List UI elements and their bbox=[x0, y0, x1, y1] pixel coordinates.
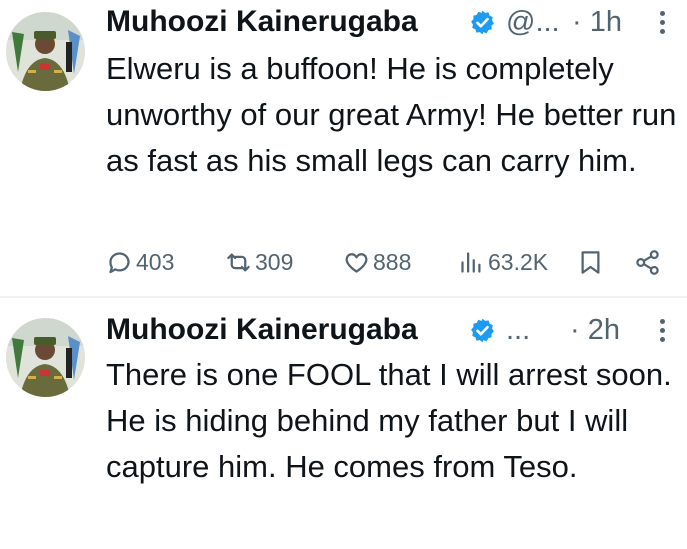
tweet-1[interactable]: Muhoozi Kainerugaba @... · 1h Elweru is … bbox=[0, 0, 687, 296]
verified-badge-icon[interactable] bbox=[469, 9, 496, 36]
tweet-header: Muhoozi Kainerugaba @... · 1h bbox=[106, 2, 676, 42]
views-chart-icon bbox=[461, 251, 481, 273]
share-icon bbox=[636, 249, 659, 275]
reply-icon bbox=[109, 251, 130, 273]
tweet-actions: 403 309 888 63.2K bbox=[106, 244, 671, 280]
tweet-text: Elweru is a buffoon! He is completely un… bbox=[106, 51, 677, 178]
avatar-image bbox=[6, 12, 85, 91]
repost-count: 309 bbox=[255, 248, 294, 275]
avatar[interactable] bbox=[6, 318, 85, 397]
tweet-timestamp[interactable]: · 2h bbox=[570, 310, 620, 350]
repost-button[interactable]: 309 bbox=[225, 244, 293, 280]
author-name[interactable]: Muhoozi Kainerugaba bbox=[106, 2, 418, 42]
avatar[interactable] bbox=[6, 12, 85, 91]
author-handle[interactable]: @... bbox=[506, 2, 560, 42]
author-name[interactable]: Muhoozi Kainerugaba bbox=[106, 310, 418, 350]
bookmark-icon bbox=[581, 250, 600, 274]
avatar-image bbox=[6, 318, 85, 397]
author-handle[interactable]: ... bbox=[506, 310, 530, 350]
like-button[interactable]: 888 bbox=[343, 244, 411, 280]
more-vertical-icon[interactable] bbox=[658, 319, 666, 345]
verified-badge-icon[interactable] bbox=[469, 317, 496, 344]
tweet-text: There is one FOOL that I will arrest soo… bbox=[106, 357, 672, 484]
tweet-timestamp[interactable]: · 1h bbox=[572, 2, 622, 42]
reply-count: 403 bbox=[136, 248, 175, 275]
heart-icon bbox=[345, 252, 368, 273]
tweet-header: Muhoozi Kainerugaba ... · 2h bbox=[106, 310, 676, 350]
views-count: 63.2K bbox=[488, 248, 549, 275]
like-count: 888 bbox=[373, 248, 412, 275]
bookmark-button[interactable] bbox=[577, 244, 604, 280]
reply-button[interactable]: 403 bbox=[106, 244, 174, 280]
share-button[interactable] bbox=[634, 244, 661, 280]
repost-icon bbox=[227, 253, 250, 271]
views-button[interactable]: 63.2K bbox=[458, 244, 548, 280]
tweet-2[interactable]: Muhoozi Kainerugaba ... · 2h There is on… bbox=[0, 298, 687, 549]
more-vertical-icon[interactable] bbox=[658, 11, 666, 37]
